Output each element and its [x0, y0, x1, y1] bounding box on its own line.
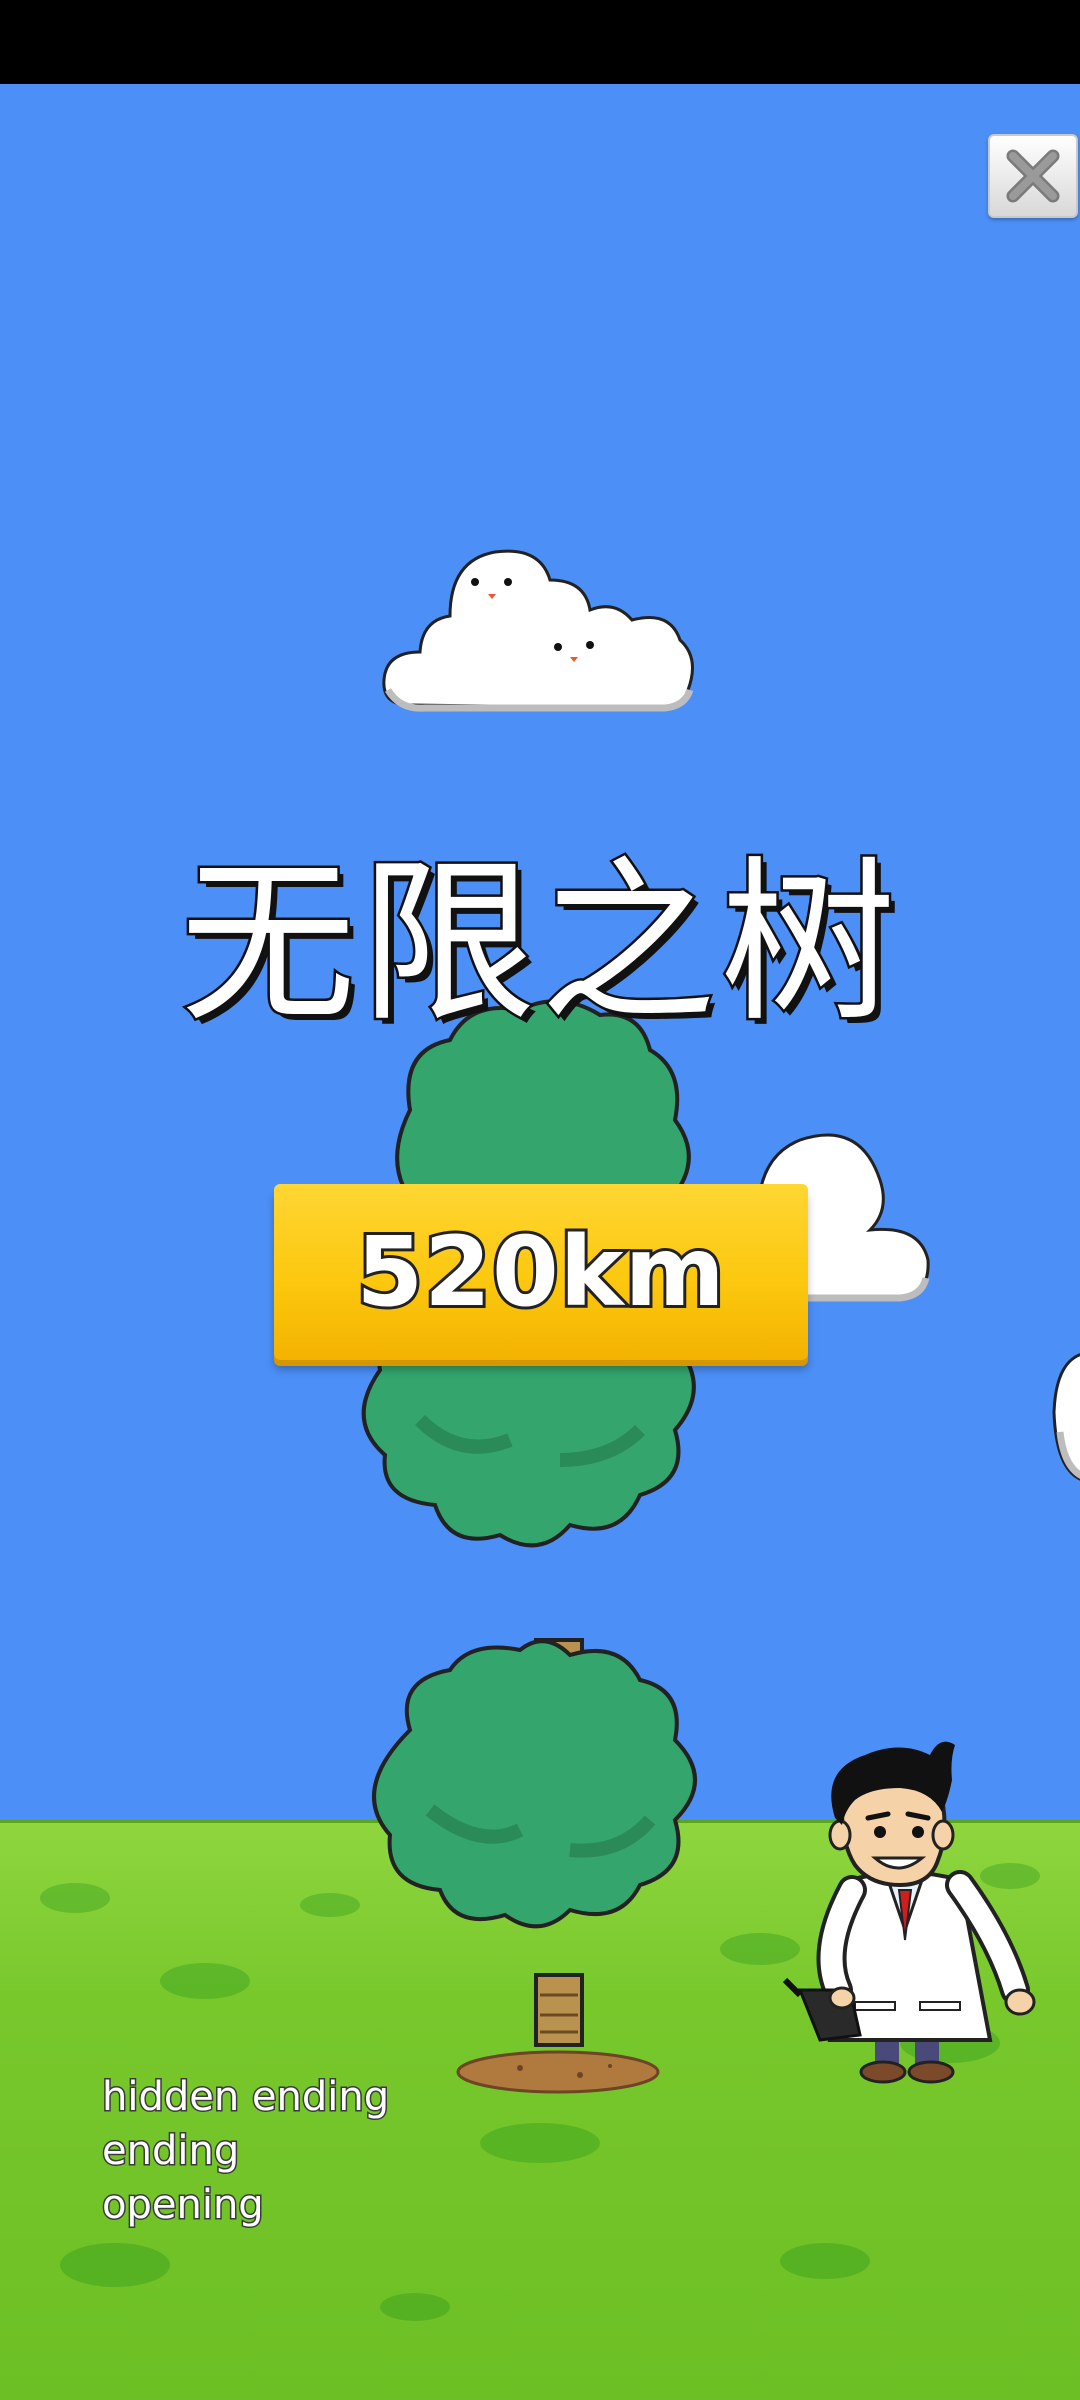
close-icon [1006, 149, 1060, 203]
menu-item-ending[interactable]: ending [100, 2124, 389, 2178]
cloud [1052, 1353, 1080, 1481]
smiling-cloud [382, 549, 694, 712]
distance-badge: 520km [274, 1184, 808, 1360]
game-screen: 无限之树 520km hidden ending ending opening [0, 0, 1080, 2400]
status-bar [0, 0, 1080, 84]
menu-item-opening[interactable]: opening [100, 2178, 389, 2232]
distance-value: 520km [353, 1213, 727, 1331]
menu-item-hidden-ending[interactable]: hidden ending [100, 2070, 390, 2124]
close-button[interactable] [988, 134, 1078, 218]
game-title: 无限之树 [177, 839, 900, 1049]
scientist-character [782, 1741, 1036, 2084]
infinite-tree [361, 999, 697, 2094]
ending-menu: hidden ending ending opening [100, 2070, 390, 2232]
